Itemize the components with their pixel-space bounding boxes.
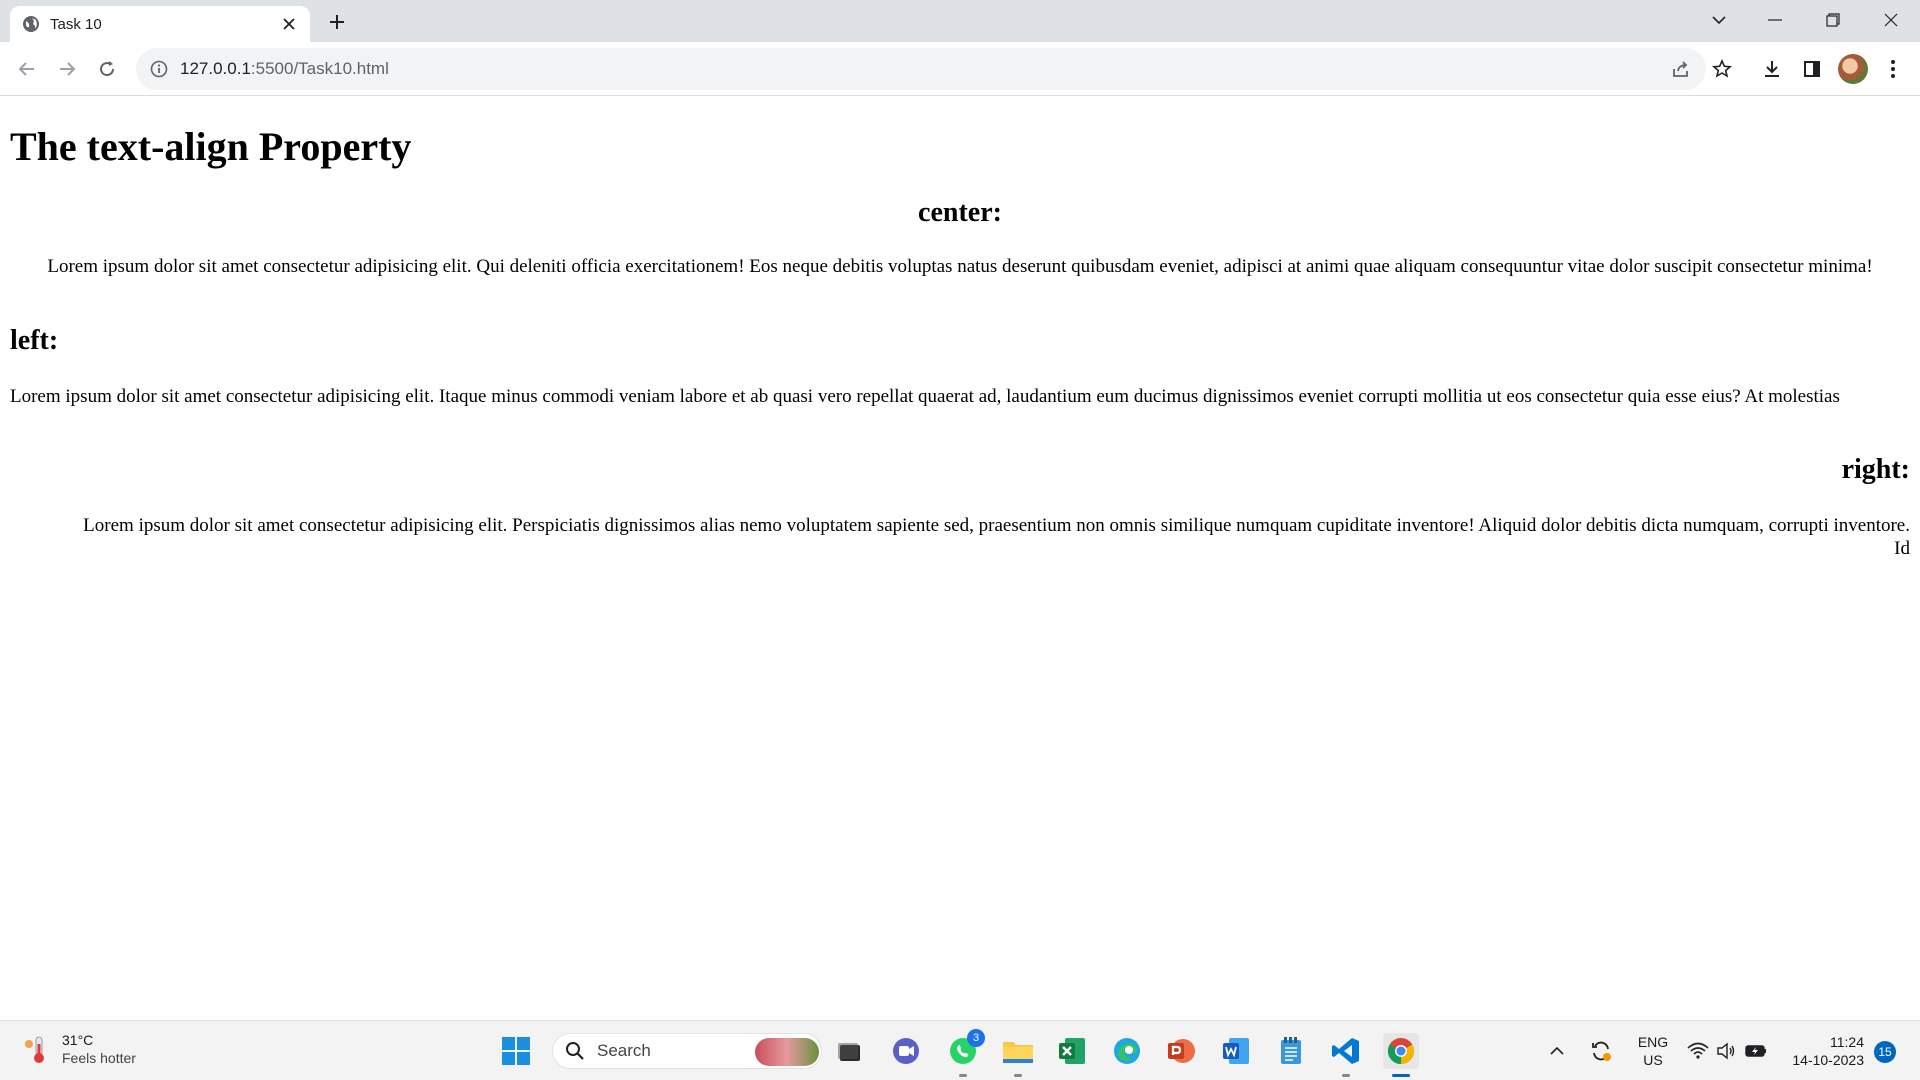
reload-icon[interactable] bbox=[94, 56, 120, 82]
clock-date: 14-10-2023 bbox=[1792, 1052, 1864, 1068]
notification-badge[interactable]: 15 bbox=[1874, 1041, 1896, 1063]
back-arrow-icon[interactable] bbox=[14, 56, 40, 82]
thermometer-icon bbox=[25, 1036, 44, 1063]
windows-logo-icon bbox=[502, 1037, 530, 1065]
weather-widget[interactable]: 31°C Feels hotter bbox=[22, 1031, 136, 1067]
search-label: Search bbox=[597, 1041, 651, 1060]
vscode-icon[interactable] bbox=[1328, 1033, 1364, 1077]
browser-tab[interactable]: Task 10 bbox=[10, 6, 310, 42]
sync-icon[interactable] bbox=[1585, 1033, 1617, 1069]
edge-browser-icon[interactable] bbox=[1109, 1033, 1145, 1069]
left-paragraph: Lorem ipsum dolor sit amet consectetur a… bbox=[10, 386, 1840, 407]
page-content: The text-align Property center: Lorem ip… bbox=[0, 97, 1920, 1019]
url-path: :5500/Task10.html bbox=[250, 59, 389, 78]
whatsapp-badge: 3 bbox=[967, 1029, 985, 1047]
center-heading: center: bbox=[918, 197, 1002, 228]
powerpoint-icon[interactable] bbox=[1163, 1033, 1199, 1069]
running-indicator bbox=[1342, 1074, 1350, 1077]
clock[interactable]: 11:24 14-10-2023 bbox=[1780, 1033, 1864, 1069]
menu-dots-icon[interactable] bbox=[1880, 56, 1906, 82]
task-view-icon[interactable] bbox=[831, 1033, 867, 1069]
taskbar-search[interactable]: Search bbox=[552, 1033, 822, 1069]
language-code: ENG bbox=[1637, 1034, 1669, 1050]
share-icon[interactable] bbox=[1668, 56, 1694, 82]
new-tab-button[interactable] bbox=[325, 10, 349, 34]
teams-chat-icon[interactable] bbox=[888, 1033, 924, 1069]
battery-icon[interactable] bbox=[1742, 1033, 1770, 1069]
minimize-button[interactable] bbox=[1752, 6, 1798, 34]
volume-icon[interactable] bbox=[1712, 1033, 1740, 1069]
search-icon bbox=[566, 1042, 584, 1060]
taskbar: 31°C Feels hotter Search 3 ENG US 11:24 … bbox=[0, 1020, 1920, 1080]
excel-icon[interactable] bbox=[1054, 1033, 1090, 1069]
download-icon[interactable] bbox=[1759, 56, 1785, 82]
close-tab-icon[interactable] bbox=[280, 15, 298, 33]
clock-time: 11:24 bbox=[1830, 1034, 1864, 1050]
file-explorer-icon[interactable] bbox=[1000, 1033, 1036, 1077]
right-paragraph: Lorem ipsum dolor sit amet consectetur a… bbox=[83, 515, 1910, 559]
start-button[interactable] bbox=[498, 1033, 534, 1069]
weather-description: Feels hotter bbox=[62, 1050, 136, 1066]
word-icon[interactable] bbox=[1218, 1033, 1254, 1069]
running-indicator bbox=[959, 1074, 967, 1077]
tab-title: Task 10 bbox=[50, 15, 102, 33]
url-host: 127.0.0.1 bbox=[180, 59, 251, 78]
globe-icon bbox=[22, 15, 40, 33]
right-heading: right: bbox=[1841, 454, 1910, 485]
side-panel-icon[interactable] bbox=[1799, 56, 1825, 82]
bookmark-star-icon[interactable] bbox=[1709, 56, 1735, 82]
search-highlight-icon bbox=[755, 1038, 819, 1066]
chrome-icon[interactable] bbox=[1383, 1033, 1419, 1077]
notepad-icon[interactable] bbox=[1273, 1033, 1309, 1069]
weather-temperature: 31°C bbox=[62, 1032, 94, 1048]
chevron-up-icon[interactable] bbox=[1545, 1033, 1569, 1069]
left-heading: left: bbox=[10, 325, 59, 356]
profile-avatar[interactable] bbox=[1838, 54, 1868, 84]
active-indicator bbox=[1392, 1074, 1410, 1077]
tab-strip: Task 10 bbox=[0, 0, 1920, 42]
center-paragraph: Lorem ipsum dolor sit amet consectetur a… bbox=[47, 256, 1873, 277]
whatsapp-icon[interactable]: 3 bbox=[945, 1029, 985, 1077]
tab-search-icon[interactable] bbox=[1696, 6, 1742, 34]
site-info-icon[interactable] bbox=[150, 60, 168, 78]
close-window-button[interactable] bbox=[1868, 6, 1914, 34]
restore-button[interactable] bbox=[1810, 6, 1856, 34]
forward-arrow-icon[interactable] bbox=[54, 56, 80, 82]
browser-toolbar: 127.0.0.1:5500/Task10.html bbox=[0, 42, 1920, 96]
language-region: US bbox=[1643, 1052, 1663, 1068]
address-bar[interactable]: 127.0.0.1:5500/Task10.html bbox=[136, 48, 1706, 90]
page-title: The text-align Property bbox=[10, 124, 412, 169]
url-text: 127.0.0.1:5500/Task10.html bbox=[180, 59, 389, 79]
wifi-icon[interactable] bbox=[1684, 1033, 1712, 1069]
language-indicator[interactable]: ENG US bbox=[1634, 1033, 1672, 1069]
running-indicator bbox=[1014, 1074, 1022, 1077]
